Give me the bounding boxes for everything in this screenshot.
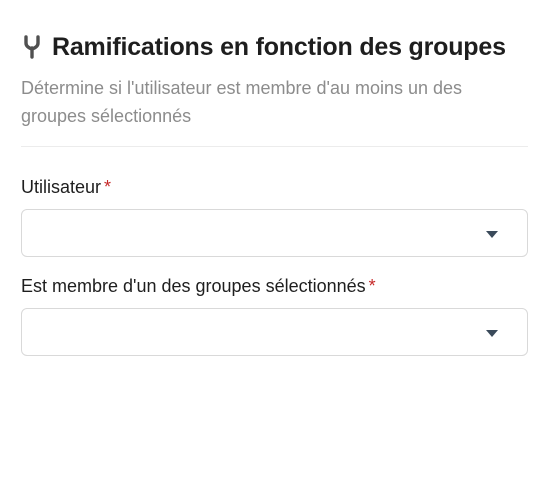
branch-merge-icon xyxy=(21,35,43,59)
user-field-label-text: Utilisateur xyxy=(21,177,102,197)
user-field: Utilisateur * xyxy=(21,175,528,257)
groups-field-label: Est membre d'un des groupes sélectionnés… xyxy=(21,274,528,298)
group-branching-panel: Ramifications en fonction des groupes Dé… xyxy=(0,0,552,486)
user-select[interactable] xyxy=(21,209,528,257)
page-description: Détermine si l'utilisateur est membre d'… xyxy=(21,78,463,126)
required-marker: * xyxy=(368,276,376,296)
required-marker: * xyxy=(104,177,112,197)
groups-field: Est membre d'un des groupes sélectionnés… xyxy=(21,274,528,356)
divider xyxy=(21,146,528,147)
groups-field-label-text: Est membre d'un des groupes sélectionnés xyxy=(21,276,366,296)
groups-select[interactable] xyxy=(21,308,528,356)
caret-down-icon[interactable] xyxy=(486,330,498,337)
caret-down-icon[interactable] xyxy=(486,231,498,238)
page-title: Ramifications en fonction des groupes xyxy=(52,32,506,61)
panel-header: Ramifications en fonction des groupes xyxy=(21,30,528,64)
user-field-label: Utilisateur * xyxy=(21,175,528,199)
